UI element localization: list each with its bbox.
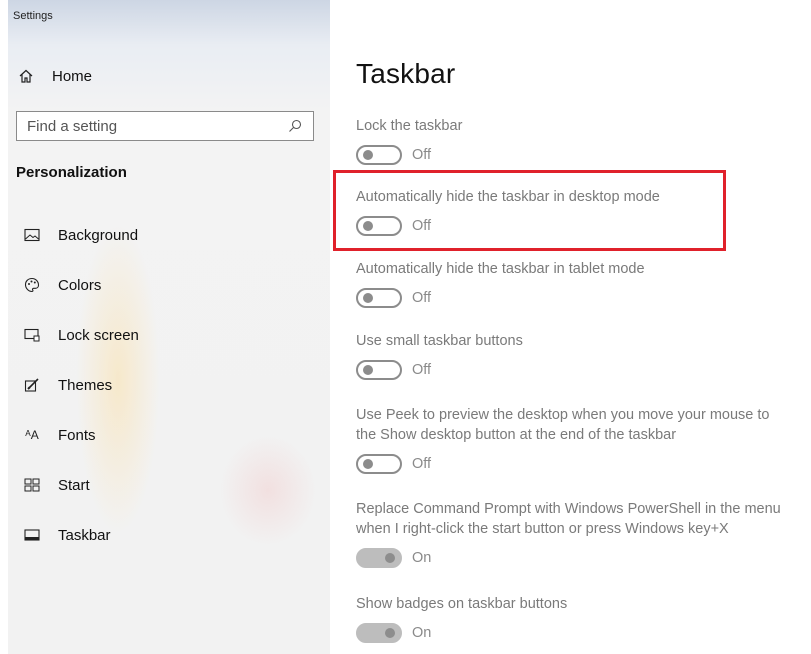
toggle-row: Off [356,359,811,381]
home-nav-item[interactable]: Home [16,62,92,90]
search-box[interactable]: Find a setting [16,111,314,141]
sidebar-item-label: Start [58,476,90,494]
home-label: Home [52,67,93,85]
setting-label: Show badges on taskbar buttons [356,596,568,612]
toggle-row: Off [356,144,811,166]
small-buttons-toggle[interactable] [356,360,402,380]
picture-icon [22,225,42,245]
sidebar-item-lock-screen[interactable]: Lock screen [8,310,330,360]
toggle-knob [385,628,395,638]
peek-toggle[interactable] [356,454,402,474]
setting-label-line1: Replace Command Prompt with Windows Powe… [356,501,781,517]
toggle-state: Off [412,362,432,378]
sidebar-item-label: Taskbar [58,526,111,544]
toggle-state: Off [412,290,432,306]
toggle-knob [363,293,373,303]
sidebar-item-fonts[interactable]: ᴬA Fonts [8,410,330,460]
toggle-state: On [412,550,432,566]
sidebar-item-label: Colors [58,276,102,294]
section-title-personalization: Personalization [16,164,127,181]
sidebar-item-label: Lock screen [58,326,139,344]
page-title: Taskbar [356,58,456,89]
toggle-row: Off [356,453,811,475]
personalization-nav: Background Colors Lock screen Themes ᴬA … [8,210,330,560]
setting-label: Lock the taskbar [356,118,463,134]
sidebar-item-taskbar[interactable]: Taskbar [8,510,330,560]
setting-powershell: Replace Command Prompt with Windows Powe… [356,499,811,569]
setting-lock-taskbar: Lock the taskbar Off [356,116,811,166]
lock-taskbar-toggle[interactable] [356,145,402,165]
toggle-knob [363,221,373,231]
setting-peek: Use Peek to preview the desktop when you… [356,405,811,475]
toggle-knob [363,459,373,469]
setting-label-line2: when I right-click the start button or p… [356,521,729,537]
fonts-icon: ᴬA [25,428,39,442]
powershell-toggle[interactable] [356,548,402,568]
toggle-row: On [356,547,811,569]
toggle-knob [363,365,373,375]
themes-brush-icon [22,375,42,395]
auto-hide-tablet-toggle[interactable] [356,288,402,308]
lock-screen-icon [22,325,42,345]
sidebar-item-label: Background [58,226,139,244]
toggle-row: Off [356,215,811,237]
toggle-row: On [356,622,811,644]
sidebar-item-start[interactable]: Start [8,460,330,510]
window-title: Settings [13,10,53,22]
setting-badges: Show badges on taskbar buttons On [356,594,811,644]
toggle-state: Off [412,456,432,472]
toggle-knob [385,553,395,563]
search-icon[interactable] [287,118,303,134]
setting-label: Automatically hide the taskbar in tablet… [356,261,645,277]
settings-sidebar: Settings Home Find a setting Personaliza… [8,0,330,654]
palette-icon [22,275,42,295]
setting-label: Use small taskbar buttons [356,333,523,349]
search-input[interactable]: Find a setting [27,118,287,135]
sidebar-item-label: Themes [58,376,113,394]
start-grid-icon [22,475,42,495]
toggle-state: On [412,625,432,641]
sidebar-item-background[interactable]: Background [8,210,330,260]
taskbar-icon [22,525,42,545]
toggle-row: Off [356,287,811,309]
setting-label-line1: Use Peek to preview the desktop when you… [356,407,770,423]
setting-label: Automatically hide the taskbar in deskto… [356,189,660,205]
toggle-state: Off [412,147,432,163]
toggle-state: Off [412,218,432,234]
auto-hide-desktop-toggle[interactable] [356,216,402,236]
sidebar-item-themes[interactable]: Themes [8,360,330,410]
setting-label-line2: the Show desktop button at the end of th… [356,427,677,443]
setting-auto-hide-desktop: Automatically hide the taskbar in deskto… [356,187,811,237]
sidebar-item-colors[interactable]: Colors [8,260,330,310]
taskbar-settings-page: Taskbar Lock the taskbar Off Automatical… [356,0,811,654]
sidebar-item-label: Fonts [58,426,96,444]
badges-toggle[interactable] [356,623,402,643]
setting-small-buttons: Use small taskbar buttons Off [356,331,811,381]
toggle-knob [363,150,373,160]
home-icon [16,66,36,86]
setting-auto-hide-tablet: Automatically hide the taskbar in tablet… [356,259,811,309]
